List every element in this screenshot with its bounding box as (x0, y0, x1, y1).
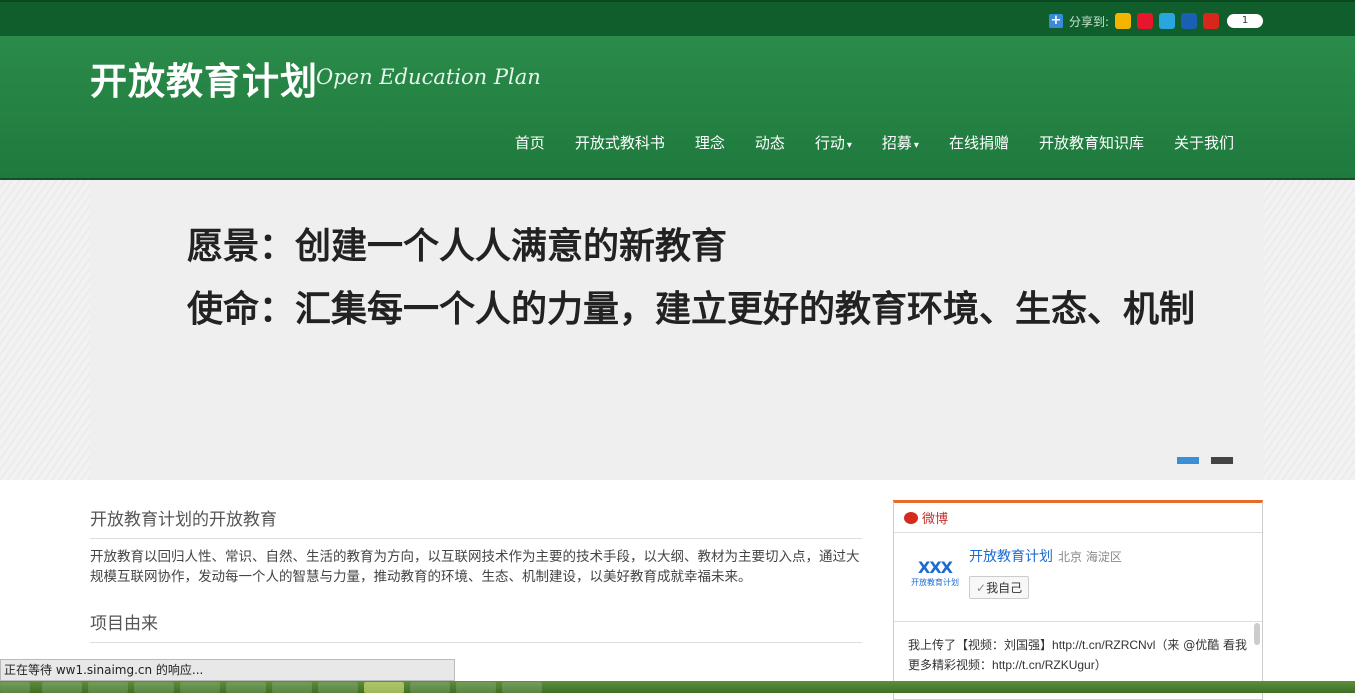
taskbar-app[interactable] (134, 682, 174, 693)
post-link-2[interactable]: http://t.cn/RZKUgur (992, 658, 1095, 672)
taskbar-app[interactable] (318, 682, 358, 693)
nav-action-label: 行动 (814, 134, 845, 152)
renren-icon[interactable] (1181, 13, 1197, 29)
taskbar-app[interactable] (180, 682, 220, 693)
taskbar-app[interactable] (410, 682, 450, 693)
tencent-icon[interactable] (1159, 13, 1175, 29)
weibo-account-name[interactable]: 开放教育计划 (969, 546, 1053, 566)
taskbar-app[interactable] (226, 682, 266, 693)
check-icon: ✓ (976, 581, 987, 595)
weibo-header: 微博 (894, 503, 1262, 533)
taskbar (0, 681, 1355, 693)
weibo-widget: 微博 XXX 开放教育计划 开放教育计划 北京 海淀区 ✓我自己 我上传了【视频… (893, 500, 1263, 700)
plus-icon[interactable]: + (1048, 14, 1063, 28)
nav-action[interactable]: 行动 ▾ (800, 132, 867, 153)
nav-home[interactable]: 首页 (500, 132, 560, 153)
share-label: 分享到: (1068, 14, 1109, 29)
main-nav: 首页 开放式教科书 理念 动态 行动 ▾ 招募 ▾ 在线捐赠 开放教育知识库 关于我… (500, 132, 1249, 153)
section-title: 开放教育计划的开放教育 (90, 505, 862, 539)
divider (894, 621, 1262, 622)
top-bar: + 分享到: 1 (0, 0, 1355, 36)
taskbar-app[interactable] (88, 682, 128, 693)
logo-subtitle: Open Education Plan (316, 65, 541, 89)
avatar-caption: 开放教育计划 (911, 578, 959, 587)
slide-indicator-1[interactable] (1177, 457, 1199, 464)
mission-text: 使命：汇集每一个人的力量，建立更好的教育环境、生态、机制 (187, 288, 1196, 330)
nav-recruit[interactable]: 招募 ▾ (867, 132, 934, 153)
main-content: 开放教育计划的开放教育 开放教育以回归人性、常识、自然、生活的教育为方向，以互联… (90, 505, 862, 643)
slide-indicator-2[interactable] (1211, 457, 1233, 464)
nav-open-textbook[interactable]: 开放式教科书 (560, 132, 680, 153)
sina-icon[interactable] (1137, 13, 1153, 29)
nav-news[interactable]: 动态 (740, 132, 800, 153)
nav-donate[interactable]: 在线捐赠 (934, 132, 1024, 153)
scrollbar[interactable] (1254, 623, 1260, 645)
nav-about[interactable]: 关于我们 (1159, 132, 1249, 153)
nav-recruit-label: 招募 (881, 134, 912, 152)
taskbar-app[interactable] (456, 682, 496, 693)
post-text: 我上传了【视频：刘国强】 (908, 638, 1053, 652)
qzone-icon[interactable] (1115, 13, 1131, 29)
hero-carousel: 愿景：创建一个人人满意的新教育 使命：汇集每一个人的力量，建立更好的教育环境、生… (0, 180, 1355, 480)
logo-title[interactable]: 开放教育计划 (90, 51, 318, 105)
avatar[interactable]: XXX 开放教育计划 (910, 558, 960, 592)
weibo-location: 北京 海淀区 (1058, 550, 1122, 564)
taskbar-app[interactable] (42, 682, 82, 693)
avatar-mark: XXX (917, 558, 953, 577)
section-title-origin: 项目由来 (90, 609, 862, 643)
share-bar: + 分享到: 1 (1048, 12, 1263, 30)
site-header: 开放教育计划 Open Education Plan 首页 开放式教科书 理念 … (0, 36, 1355, 180)
browser-status-bar: 正在等待 ww1.sinaimg.cn 的响应... (0, 659, 455, 681)
weibo-header-label[interactable]: 微博 (922, 508, 948, 527)
taskbar-app-active[interactable] (364, 682, 404, 693)
share-count: 1 (1227, 14, 1263, 28)
section-body: 开放教育以回归人性、常识、自然、生活的教育为方向，以互联网技术作为主要的技术手段… (90, 549, 860, 585)
post-link-1[interactable]: http://t.cn/RZRCNvl (1052, 638, 1155, 652)
vision-text: 愿景：创建一个人人满意的新教育 (187, 225, 728, 267)
start-button[interactable] (0, 682, 30, 693)
weibo-post: 我上传了【视频：刘国强】http://t.cn/RZRCNvl（来 @优酷 看我… (908, 635, 1248, 675)
kaixin-icon[interactable] (1203, 13, 1219, 29)
nav-philosophy[interactable]: 理念 (680, 132, 740, 153)
weibo-icon (904, 511, 918, 524)
caret-down-icon: ▾ (913, 140, 919, 151)
caret-down-icon: ▾ (846, 140, 852, 151)
follow-button[interactable]: ✓我自己 (969, 576, 1030, 599)
hero-slide: 愿景：创建一个人人满意的新教育 使命：汇集每一个人的力量，建立更好的教育环境、生… (90, 180, 1264, 480)
post-end: ） (1094, 658, 1107, 672)
follow-button-label: 我自己 (986, 581, 1023, 595)
nav-knowledge-base[interactable]: 开放教育知识库 (1024, 132, 1159, 153)
taskbar-app[interactable] (502, 682, 542, 693)
taskbar-app[interactable] (272, 682, 312, 693)
